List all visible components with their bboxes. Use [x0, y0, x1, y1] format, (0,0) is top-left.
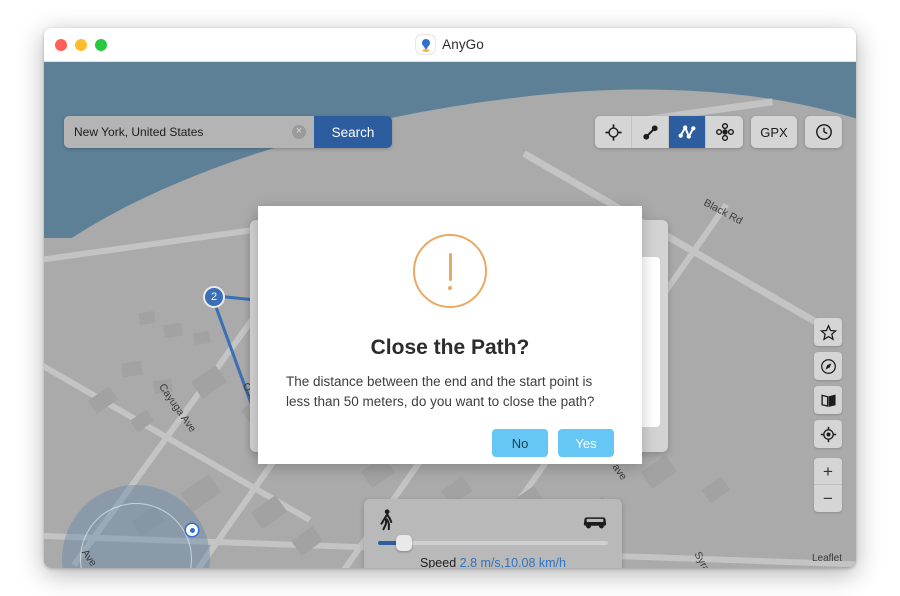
multi-point-route-tool[interactable] [669, 116, 706, 148]
scatter-points-tool[interactable] [706, 116, 743, 148]
slider-fill [378, 541, 398, 545]
compass-control[interactable] [814, 352, 842, 380]
history-button[interactable] [805, 116, 842, 148]
favorites-control[interactable] [814, 318, 842, 346]
speed-panel: Speed 2.8 m/s,10.08 km/h [364, 499, 622, 568]
clock-icon [815, 124, 832, 140]
close-window-button[interactable] [55, 38, 67, 51]
zigzag-path-icon [678, 125, 696, 139]
tool-group-gpx: GPX [751, 116, 797, 148]
locate-me-control[interactable] [814, 420, 842, 448]
building-footprint [138, 310, 156, 326]
tool-group-primary [595, 116, 743, 148]
tool-group-history [805, 116, 842, 148]
crosshair-target-icon [604, 123, 622, 141]
layers-control[interactable] [814, 386, 842, 414]
slider-track[interactable] [378, 541, 608, 545]
speed-value: 2.8 m/s,10.08 km/h [459, 556, 566, 568]
building-footprint [193, 330, 211, 346]
minimize-window-button[interactable] [75, 38, 87, 51]
map-side-controls: + − [814, 318, 842, 512]
two-point-route-tool[interactable] [632, 116, 669, 148]
gpx-button[interactable]: GPX [751, 116, 797, 148]
search-field[interactable]: × [64, 116, 314, 148]
leaflet-attribution[interactable]: Leaflet [812, 553, 842, 564]
search-bar: × Search [64, 116, 392, 148]
zoom-out-button[interactable]: − [814, 485, 842, 512]
search-input[interactable] [74, 125, 286, 139]
window-traffic-lights [55, 38, 107, 51]
dialog-yes-button[interactable]: Yes [558, 429, 614, 458]
car-icon [583, 517, 607, 529]
pedestrian-icon [380, 509, 393, 531]
window-titlebar: AnyGo [44, 28, 856, 62]
locate-target-icon [820, 426, 836, 442]
titlebar-center: AnyGo [44, 35, 856, 54]
dialog-message: The distance between the end and the sta… [286, 374, 595, 409]
zoom-in-button[interactable]: + [814, 458, 842, 485]
page-title: AnyGo [442, 37, 484, 52]
maximize-window-button[interactable] [95, 38, 107, 51]
speed-label: Speed [420, 556, 457, 568]
search-button[interactable]: Search [314, 116, 392, 148]
slider-thumb[interactable] [396, 535, 412, 551]
map-canvas[interactable]: 2 Black Rd Black Lake Cayuga Ave Oswego … [44, 62, 856, 568]
map-pin-icon [416, 35, 436, 54]
center-crosshair-tool[interactable] [595, 116, 632, 148]
book-layers-icon [820, 394, 836, 407]
compass-icon [820, 358, 836, 374]
speed-readout: Speed 2.8 m/s,10.08 km/h [378, 556, 608, 568]
speed-slider[interactable] [378, 535, 608, 551]
close-path-dialog: Close the Path? The distance between the… [258, 206, 642, 464]
speed-mode-icons [378, 507, 608, 531]
current-position-dot [186, 524, 198, 536]
dialog-actions: No Yes [286, 429, 614, 458]
route-node-marker[interactable]: 2 [203, 286, 225, 308]
building-footprint [121, 360, 143, 378]
two-point-line-icon [642, 124, 658, 140]
star-icon [819, 323, 837, 341]
building-footprint [163, 322, 183, 339]
zoom-controls: + − [814, 458, 842, 512]
map-toolbar: GPX [595, 116, 842, 148]
four-dot-diamond-icon [715, 123, 734, 141]
warning-exclamation-circle-icon [413, 234, 487, 308]
dialog-no-button[interactable]: No [492, 429, 548, 458]
app-window: AnyGo 2 Black Rd Cayuga Ave Ave ave Syra… [44, 28, 856, 568]
clear-search-icon[interactable]: × [292, 125, 306, 139]
dialog-title: Close the Path? [370, 336, 530, 359]
